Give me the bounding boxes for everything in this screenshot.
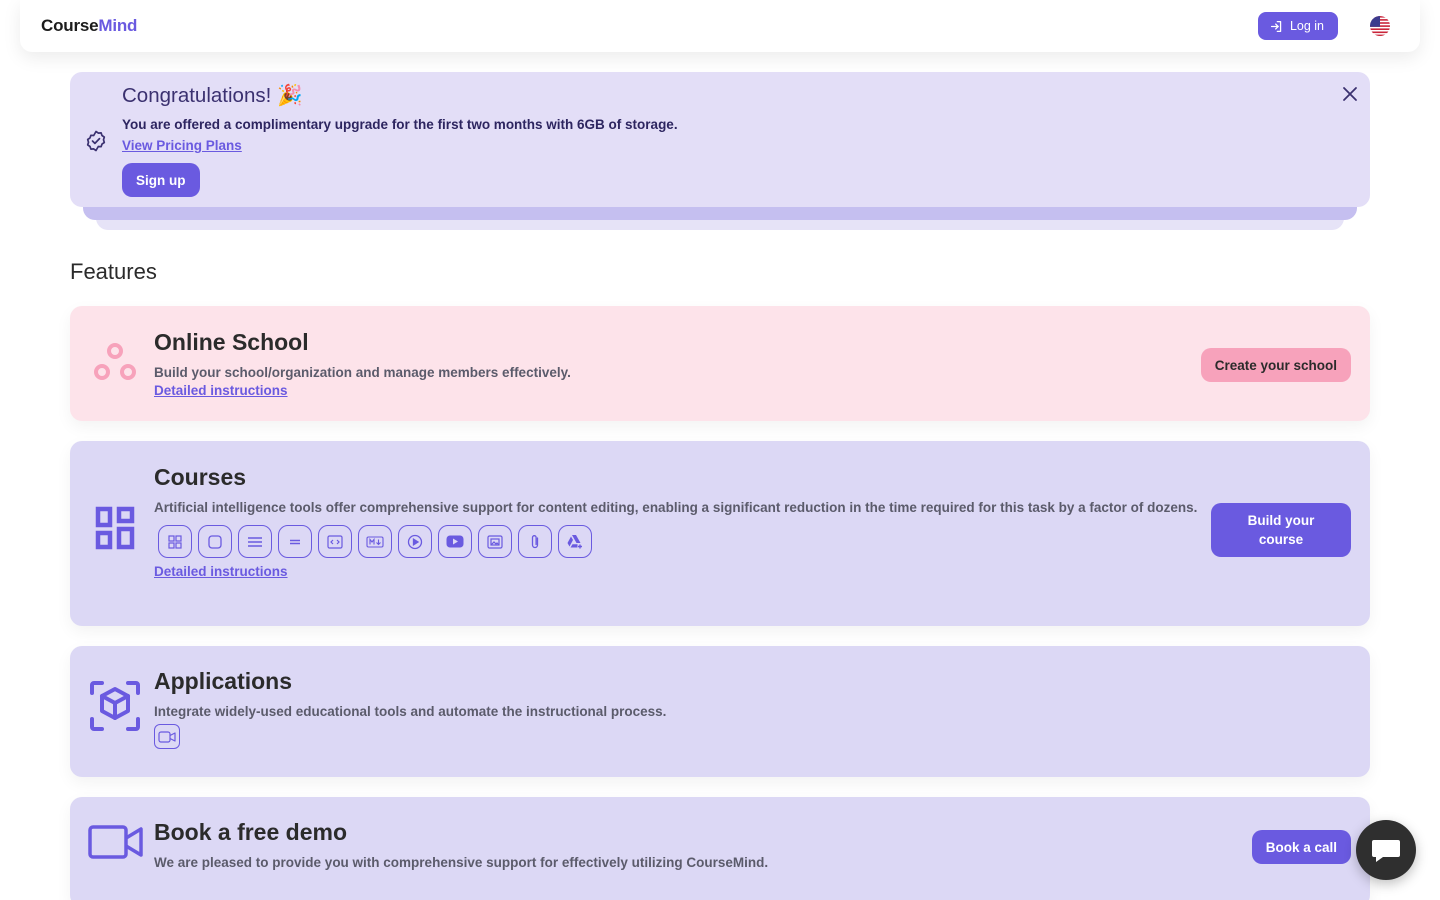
dashboard-layout-icon <box>95 506 135 550</box>
feature-description: Integrate widely-used educational tools … <box>154 704 667 719</box>
code-icon[interactable] <box>318 525 352 558</box>
lines-icon[interactable] <box>238 525 272 558</box>
square-icon[interactable] <box>198 525 232 558</box>
promo-title: Congratulations! 🎉 <box>122 84 303 107</box>
feature-description: We are pleased to provide you with compr… <box>154 855 769 870</box>
feature-body: Book a free demo We are pleased to provi… <box>154 819 768 872</box>
login-icon <box>1270 20 1282 32</box>
chat-widget-button[interactable] <box>1356 820 1416 880</box>
detailed-instructions-link[interactable]: Detailed instructions <box>154 383 288 398</box>
detailed-instructions-link[interactable]: Detailed instructions <box>154 564 288 579</box>
video-camera-icon[interactable] <box>154 724 180 749</box>
course-tools-row <box>158 525 1204 558</box>
feature-card-courses: Courses Artificial intelligence tools of… <box>70 441 1370 626</box>
feature-body: Online School Build your school/organiza… <box>154 329 571 400</box>
feature-description: Artificial intelligence tools offer comp… <box>154 500 1198 515</box>
image-icon[interactable] <box>478 525 512 558</box>
feature-description: Build your school/organization and manag… <box>154 365 571 380</box>
markdown-icon[interactable] <box>358 525 392 558</box>
feature-body: Applications Integrate widely-used educa… <box>154 668 666 749</box>
promo-card: Congratulations! 🎉 You are offered a com… <box>70 72 1370 207</box>
scan-cube-icon <box>90 681 140 731</box>
features-heading: Features <box>70 259 157 284</box>
feature-title: Applications <box>154 668 293 694</box>
feature-card-book-demo: Book a free demo We are pleased to provi… <box>70 797 1370 900</box>
play-icon[interactable] <box>398 525 432 558</box>
feature-card-applications: Applications Integrate widely-used educa… <box>70 646 1370 777</box>
divider-icon[interactable] <box>278 525 312 558</box>
feature-body: Courses Artificial intelligence tools of… <box>154 464 1204 581</box>
login-label: Log in <box>1289 19 1324 33</box>
build-course-button[interactable]: Build your course <box>1211 503 1351 557</box>
logo[interactable]: CourseMind <box>41 16 137 36</box>
book-call-button[interactable]: Book a call <box>1251 830 1351 864</box>
feature-title: Online School <box>154 329 309 355</box>
video-camera-icon <box>88 825 143 859</box>
youtube-icon[interactable] <box>438 525 472 558</box>
view-pricing-link[interactable]: View Pricing Plans <box>122 138 242 153</box>
feature-title: Courses <box>154 464 247 490</box>
us-flag-icon[interactable] <box>1370 16 1390 36</box>
feature-card-online-school: Online School Build your school/organiza… <box>70 306 1370 421</box>
drive-icon[interactable] <box>558 525 592 558</box>
logo-text-course: Course <box>41 16 99 35</box>
create-school-button[interactable]: Create your school <box>1200 348 1351 382</box>
verified-badge-icon <box>86 130 106 152</box>
header-actions: Log in <box>1257 12 1390 40</box>
chat-bubble-icon <box>1372 840 1400 862</box>
network-nodes-icon <box>94 343 136 380</box>
top-navbar: CourseMind Log in <box>20 0 1420 52</box>
grid-icon[interactable] <box>158 525 192 558</box>
attachment-icon[interactable] <box>518 525 552 558</box>
promo-banner: Congratulations! 🎉 You are offered a com… <box>70 72 1370 230</box>
login-button[interactable]: Log in <box>1257 12 1338 40</box>
app-tools-row <box>154 724 666 749</box>
close-icon[interactable] <box>1342 86 1358 102</box>
promo-message: You are offered a complimentary upgrade … <box>122 117 678 132</box>
signup-button[interactable]: Sign up <box>122 163 200 197</box>
feature-title: Book a free demo <box>154 819 347 845</box>
logo-text-mind: Mind <box>98 16 138 35</box>
